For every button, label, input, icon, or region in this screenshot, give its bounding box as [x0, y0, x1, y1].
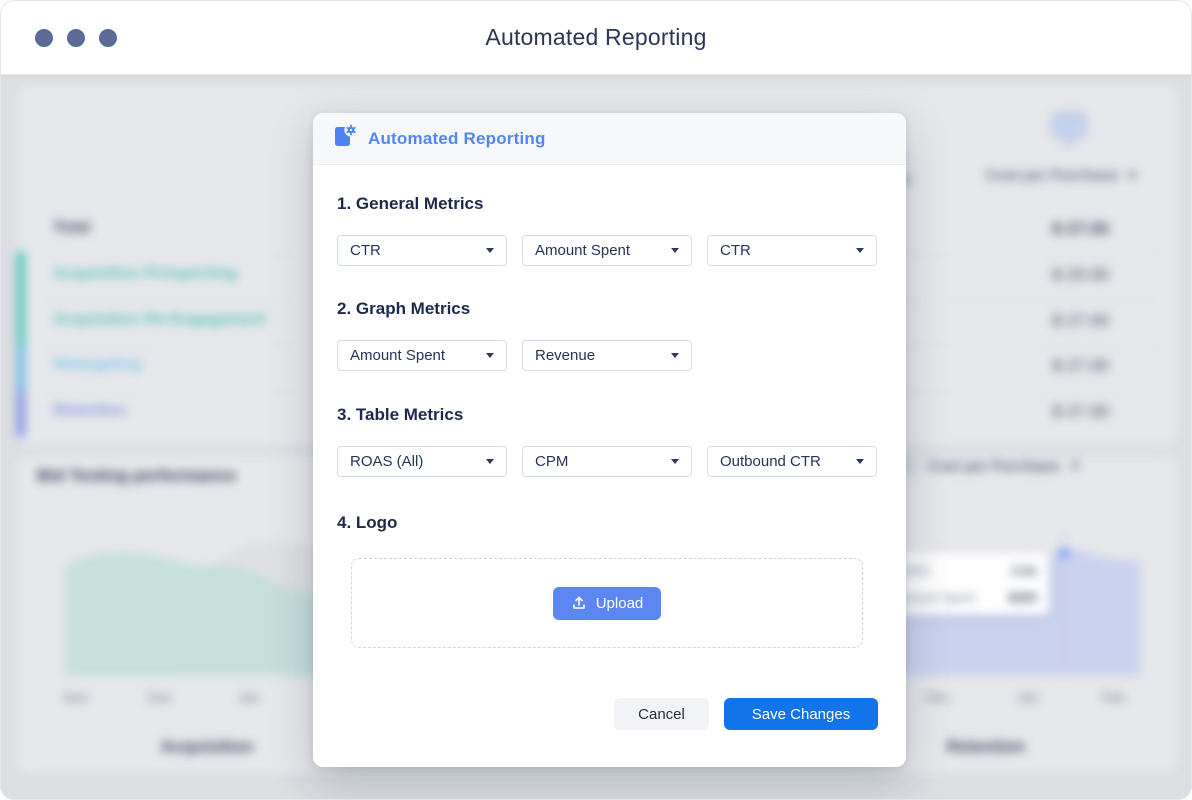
chevron-down-icon: [486, 248, 494, 253]
select-table-metric-1[interactable]: ROAS (All): [337, 446, 507, 477]
x-tick: Jan: [1016, 689, 1040, 705]
content-area: Cost per Purchase Total $ 27.00 Acquisit…: [1, 75, 1191, 799]
tooltip-value: $305: [1008, 590, 1037, 605]
retention-chart-header: Cost per Purchase: [899, 457, 1080, 475]
acquisition-area-chart: [65, 533, 325, 676]
x-tick: Nov: [63, 689, 89, 705]
chevron-down-icon: [1069, 463, 1080, 469]
table-row-value: $ 27.00: [1052, 311, 1109, 330]
select-table-metric-2[interactable]: CPM: [522, 446, 692, 477]
window-dot-3[interactable]: [99, 29, 117, 47]
chevron-down-icon: [1126, 172, 1137, 179]
retargeting-color-strip: [17, 345, 25, 391]
table-row-value: $ 20.00: [1052, 265, 1109, 284]
chevron-down-icon: [486, 459, 494, 464]
chart-tooltip: ROAS 2.4x Amount Spent $305: [881, 553, 1049, 615]
report-settings-icon: [333, 123, 358, 154]
upload-button[interactable]: Upload: [552, 586, 662, 620]
app-window: Automated Reporting Cost per Purchase To…: [0, 0, 1192, 800]
window-dot-1[interactable]: [35, 29, 53, 47]
select-general-metric-1[interactable]: CTR: [337, 235, 507, 266]
upload-button-label: Upload: [595, 594, 644, 612]
chevron-down-icon: [486, 353, 494, 358]
select-value: Revenue: [535, 347, 596, 364]
window-dot-2[interactable]: [67, 29, 85, 47]
window-controls: [35, 29, 117, 47]
select-value: ROAS (All): [350, 453, 424, 470]
x-tick: Feb: [1100, 689, 1126, 705]
chevron-down-icon: [671, 459, 679, 464]
x-tick: Dec: [925, 689, 951, 705]
acquisition-caption: Acquisition: [160, 737, 254, 756]
chevron-down-icon: [856, 459, 864, 464]
section-heading-table-metrics: 3. Table Metrics: [337, 405, 464, 424]
section-heading-general-metrics: 1. General Metrics: [337, 194, 484, 213]
bid-testing-title: Bid Testing performance: [37, 466, 236, 485]
logo-upload-dropzone[interactable]: Upload: [351, 558, 863, 648]
upload-icon: [572, 596, 585, 609]
section-heading-logo: 4. Logo: [337, 513, 398, 532]
select-value: CPM: [535, 453, 569, 470]
monitor-icon: [1049, 111, 1089, 160]
tooltip-row: ROAS 2.4x: [893, 563, 1037, 578]
modal-footer: Cancel Save Changes: [337, 698, 878, 730]
select-value: CTR: [350, 242, 381, 259]
select-value: CTR: [720, 242, 751, 259]
select-value: Amount Spent: [535, 242, 631, 259]
window-titlebar: Automated Reporting: [1, 1, 1191, 75]
cancel-button[interactable]: Cancel: [614, 698, 709, 730]
table-metrics-row: ROAS (All) CPM Outbound CTR: [337, 446, 878, 477]
select-value: Amount Spent: [350, 347, 446, 364]
modal-body: 1. General Metrics CTR Amount Spent CTR: [313, 194, 906, 730]
graph-metrics-row: Amount Spent Revenue: [337, 340, 878, 371]
general-metrics-row: CTR Amount Spent CTR: [337, 235, 878, 266]
select-value: Outbound CTR: [720, 453, 821, 470]
retention-caption: Retention: [946, 737, 1026, 756]
table-row-label: Acquisition Re-Engagement: [53, 311, 267, 328]
chevron-down-icon: [671, 353, 679, 358]
table-row-value: $ 27.00: [1052, 402, 1109, 421]
table-row-value: $ 27.00: [1052, 356, 1109, 375]
select-table-metric-3[interactable]: Outbound CTR: [707, 446, 877, 477]
save-changes-button[interactable]: Save Changes: [724, 698, 878, 730]
select-general-metric-2[interactable]: Amount Spent: [522, 235, 692, 266]
table-row-label: Acquisition Prospecting: [53, 265, 238, 282]
automated-reporting-modal: Automated Reporting 1. General Metrics C…: [313, 113, 906, 767]
x-tick: Jan: [237, 689, 261, 705]
window-title: Automated Reporting: [485, 24, 707, 50]
select-general-metric-3[interactable]: CTR: [707, 235, 877, 266]
acquisition-color-strip: [17, 251, 25, 345]
tooltip-row: Amount Spent $305: [893, 590, 1037, 605]
table-row-label: Retention: [53, 402, 127, 419]
chevron-down-icon: [856, 248, 864, 253]
chevron-down-icon: [671, 248, 679, 253]
column-header-label: Cost per Purchase: [986, 167, 1119, 184]
table-row-label: Total: [53, 219, 91, 236]
select-graph-metric-1[interactable]: Amount Spent: [337, 340, 507, 371]
section-heading-graph-metrics: 2. Graph Metrics: [337, 299, 471, 318]
chart-selector-label: Cost per Purchase: [927, 457, 1060, 475]
tooltip-value: 2.4x: [1011, 563, 1037, 578]
column-header-cost-per-purchase: Cost per Purchase: [986, 167, 1137, 184]
retention-color-strip: [17, 391, 25, 437]
table-row-value: $ 27.00: [1052, 219, 1109, 238]
modal-header: Automated Reporting: [313, 113, 906, 165]
select-graph-metric-2[interactable]: Revenue: [522, 340, 692, 371]
x-tick: Dec: [147, 689, 173, 705]
table-row-label: Retargeting: [53, 356, 142, 373]
modal-title: Automated Reporting: [368, 128, 546, 148]
